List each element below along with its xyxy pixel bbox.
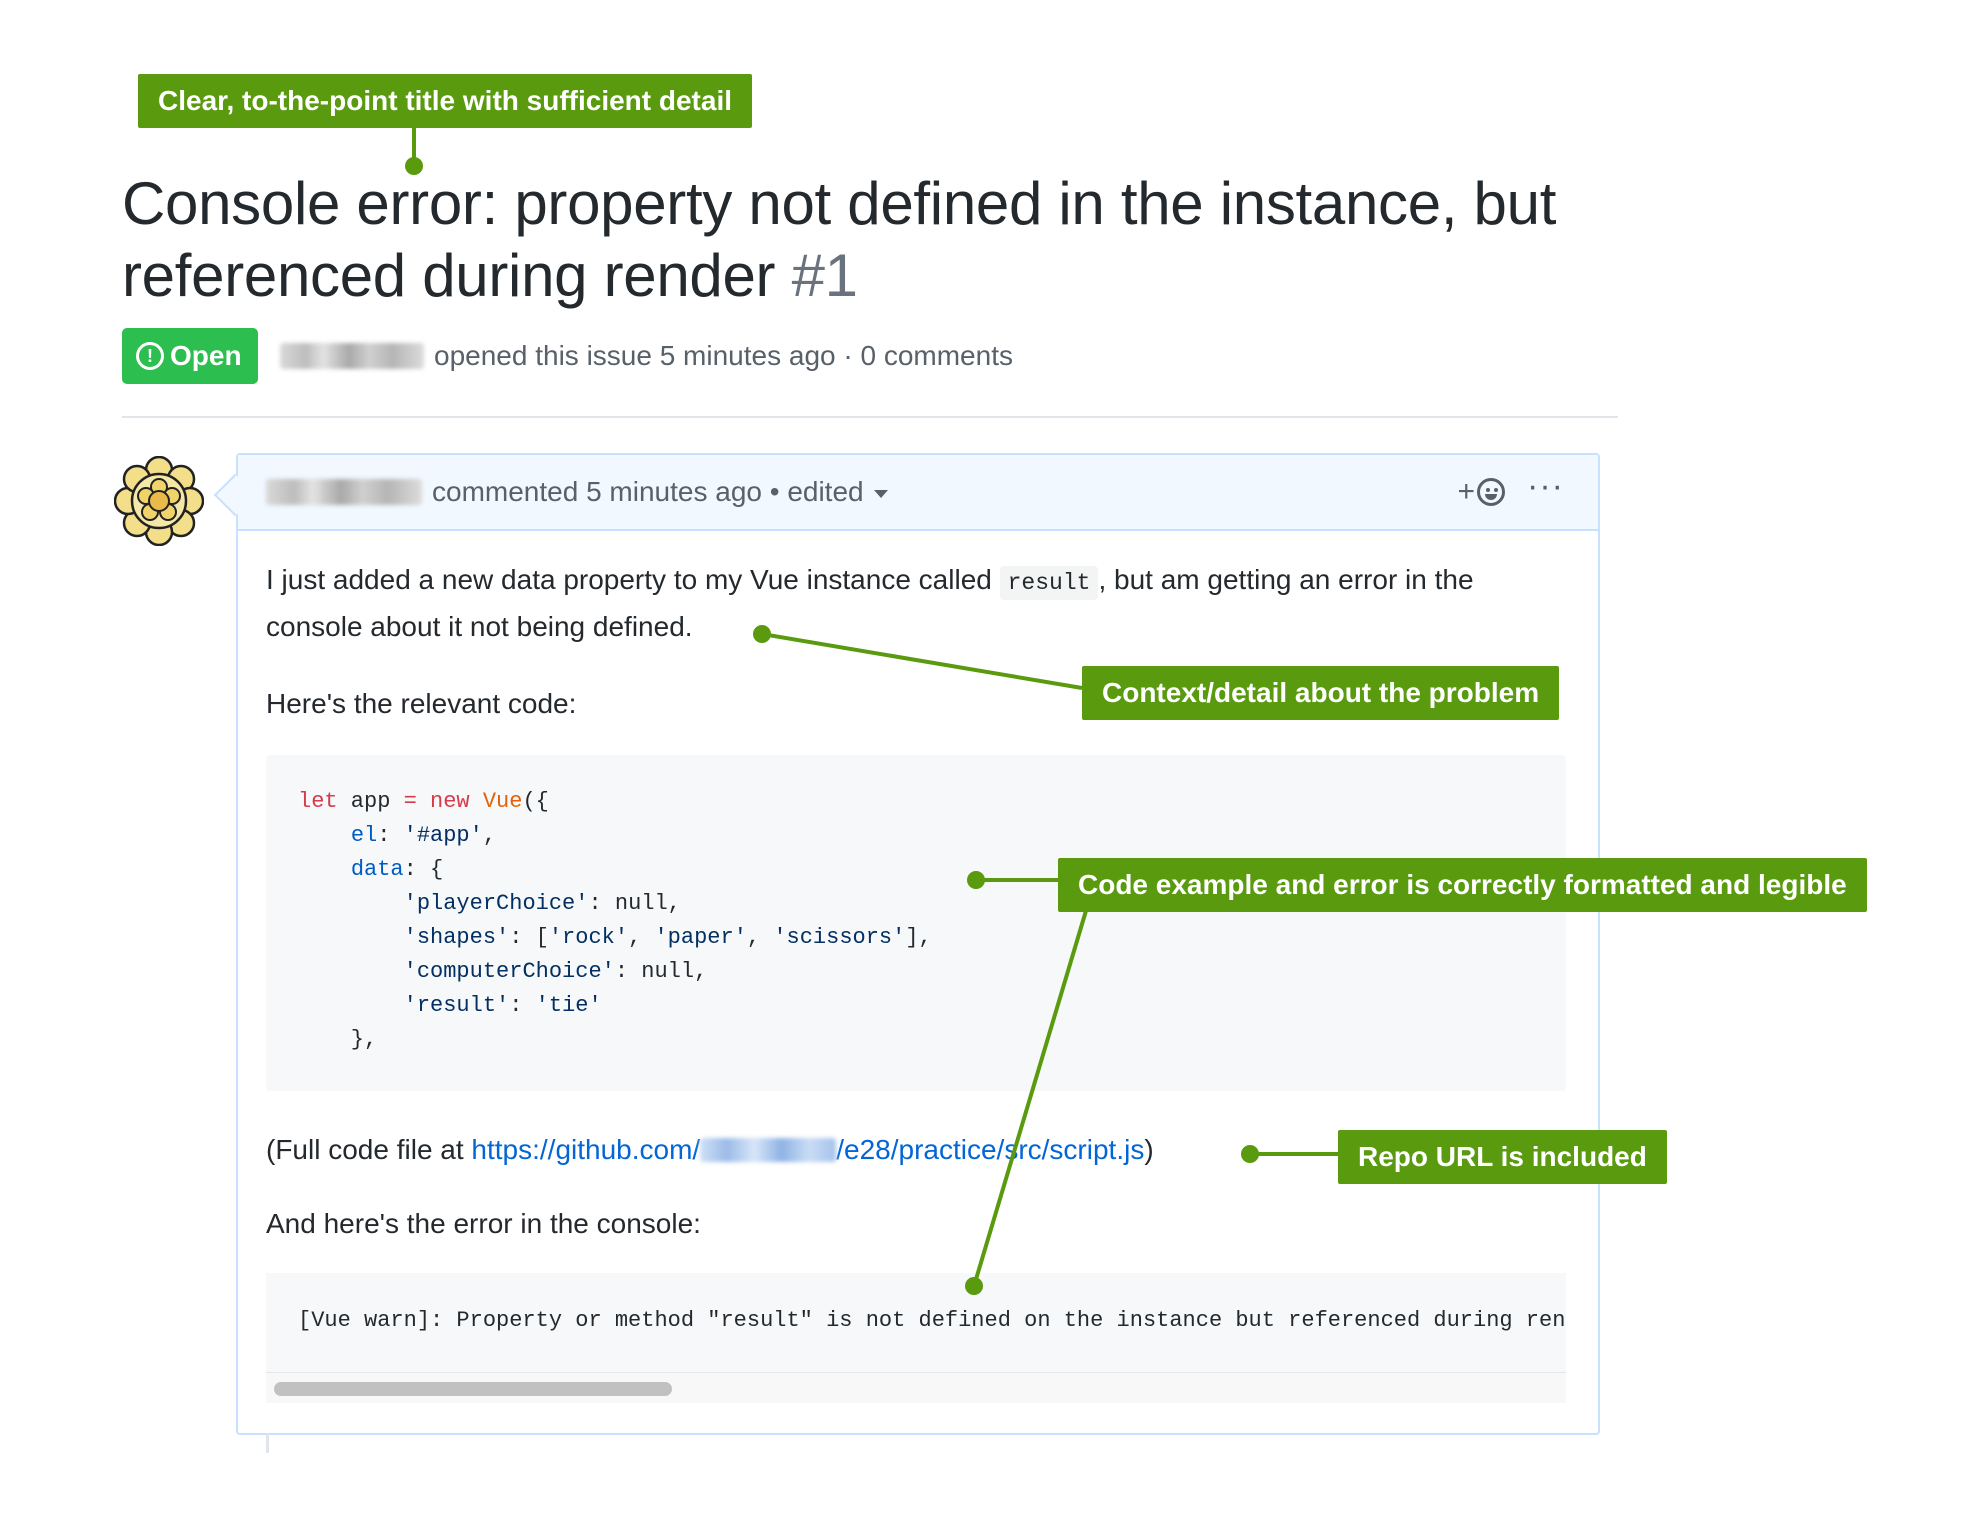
repo-url-start: https://github.com/ [471, 1134, 701, 1165]
full-file-prefix: (Full code file at [266, 1134, 472, 1165]
full-file-suffix: ) [1144, 1134, 1154, 1165]
code-line: 'result': 'tie' [403, 993, 602, 1018]
plus-icon: + [1457, 475, 1476, 508]
code-line: el: '#app', [350, 823, 497, 848]
relevant-code-label: Here's the relevant code: [266, 688, 577, 719]
add-reaction-button[interactable]: + [1458, 475, 1506, 509]
code-block: let app = new Vue({ el: '#app', data: { … [266, 755, 1566, 1091]
author-avatar[interactable] [113, 455, 205, 547]
comment-header: commented 5 minutes ago • edited + ··· [238, 455, 1598, 531]
full-code-file-line: (Full code file at https://github.com/ /e… [266, 1128, 1154, 1172]
annotation-title-quality: Clear, to-the-point title with sufficien… [138, 74, 753, 128]
intro-text-before: I just added a new data property to my V… [266, 564, 1000, 595]
annotation-code-format: Code example and error is correctly form… [1058, 858, 1867, 912]
repo-url-link[interactable]: https://github.com/ /e28/practice/src/scr… [471, 1134, 1144, 1165]
code-line: 'computerChoice': null, [403, 959, 708, 984]
issue-opened-icon: ! [136, 342, 164, 370]
code-line: let app = new Vue({ [298, 789, 549, 814]
redacted-url-segment [700, 1137, 837, 1162]
issue-state-badge: ! Open [122, 328, 258, 384]
inline-code-result: result [999, 566, 1099, 600]
smiley-icon [1477, 478, 1506, 506]
flower-avatar-icon [113, 455, 205, 547]
issue-state-label: Open [170, 340, 242, 371]
redacted-commenter-name[interactable] [266, 479, 422, 505]
comment-actions: + ··· [1458, 469, 1565, 509]
annotation-context: Context/detail about the problem [1082, 666, 1560, 720]
scrollbar-thumb[interactable] [274, 1382, 672, 1396]
code-content: let app = new Vue({ el: '#app', data: { … [298, 785, 932, 1057]
code-line: 'playerChoice': null, [403, 891, 681, 916]
issue-meta-text: opened this issue 5 minutes ago · 0 comm… [434, 340, 1013, 371]
code-line: data: { [350, 857, 444, 882]
issue-meta: opened this issue 5 minutes ago · 0 comm… [280, 336, 1013, 376]
code-line: }, [298, 1027, 378, 1052]
comment-header-meta: commented 5 minutes ago • edited [266, 476, 888, 508]
comment-timestamp[interactable]: commented 5 minutes ago • edited [432, 476, 864, 508]
annotation-repo-url: Repo URL is included [1338, 1130, 1667, 1184]
issue-title: Console error: property not defined in t… [122, 168, 1682, 312]
triangle-down-icon[interactable] [873, 490, 888, 498]
header-divider [122, 416, 1618, 418]
redacted-username[interactable] [280, 343, 424, 369]
error-label: And here's the error in the console: [266, 1208, 701, 1239]
issue-number: #1 [791, 242, 858, 309]
repo-url-end: /e28/practice/src/script.js [836, 1134, 1145, 1165]
comment-intro: I just added a new data property to my V… [266, 558, 1566, 649]
kebab-horizontal-icon[interactable]: ··· [1527, 469, 1564, 503]
code-line: 'shapes': ['rock', 'paper', 'scissors'], [403, 925, 932, 950]
timeline-line [266, 1433, 269, 1453]
console-error-text: [Vue warn]: Property or method "result" … [298, 1308, 1566, 1333]
